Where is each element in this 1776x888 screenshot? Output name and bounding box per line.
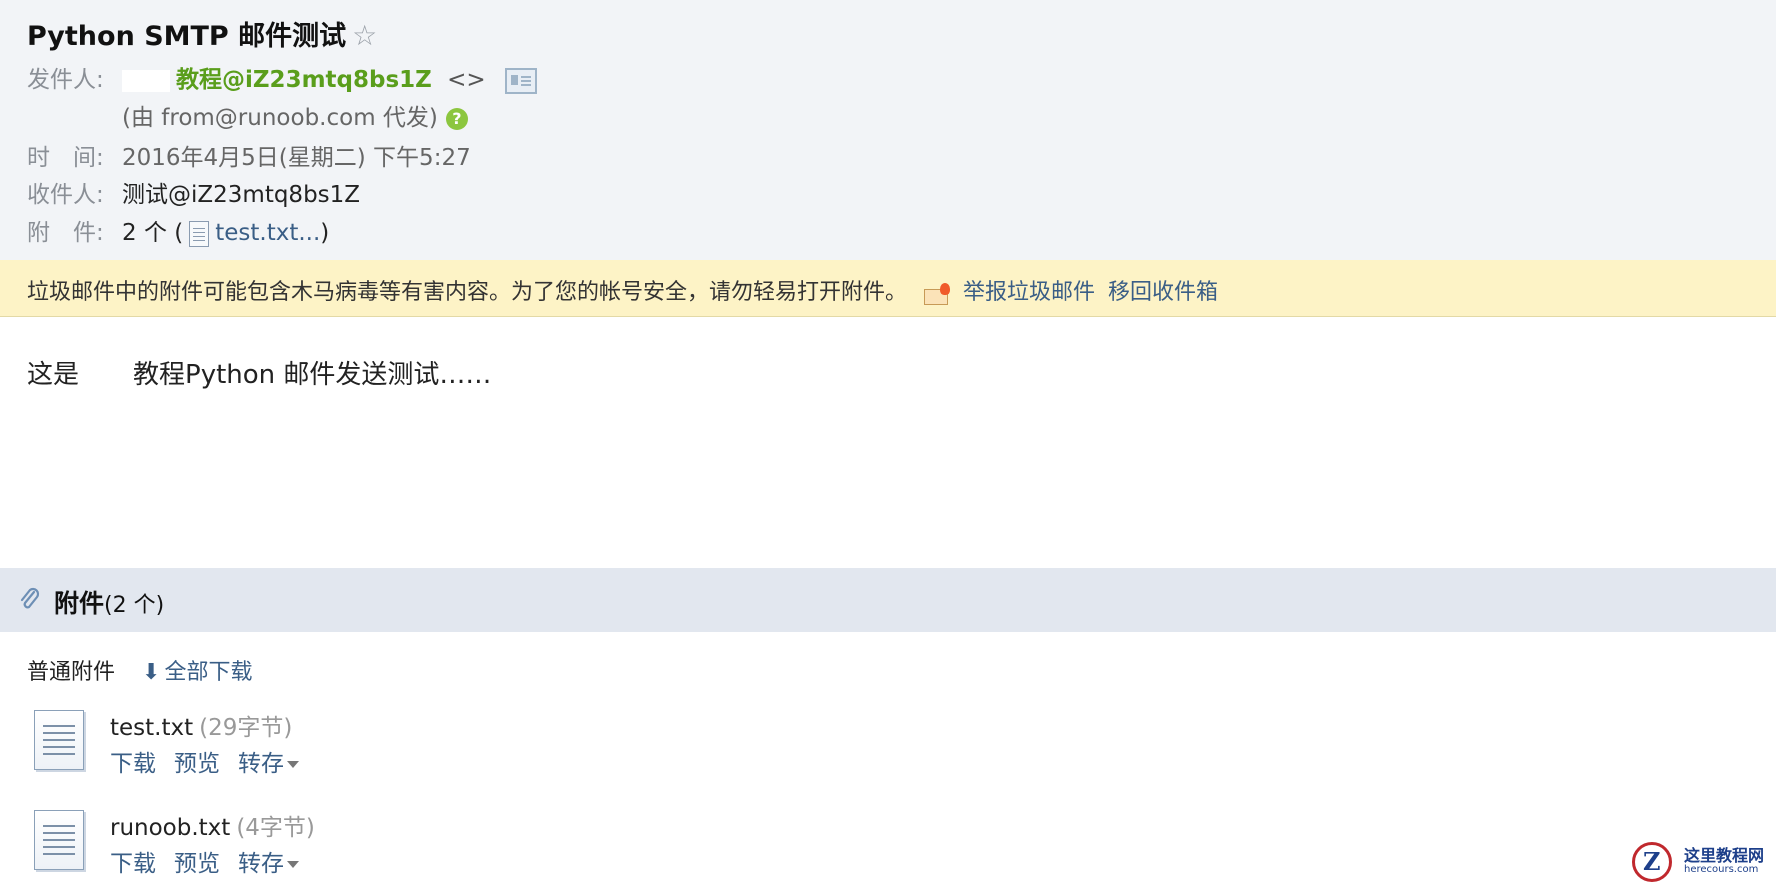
file-actions: 下载 预览 转存 bbox=[110, 744, 317, 778]
attachment-suffix: ) bbox=[320, 220, 330, 246]
report-spam-link[interactable]: 举报垃圾邮件 bbox=[963, 280, 1095, 305]
paperclip-icon bbox=[20, 587, 40, 609]
logo-url: herecours.com bbox=[1684, 864, 1759, 875]
to-row: 收件人: 测试@iZ23mtq8bs1Z bbox=[27, 175, 360, 209]
attachment-count: 2 个 ( bbox=[122, 220, 184, 246]
logo-mark-icon bbox=[1632, 842, 1672, 882]
file-name[interactable]: test.txt bbox=[110, 715, 193, 741]
attachments-title: 附件(2 个) bbox=[54, 584, 164, 620]
download-link[interactable]: 下载 bbox=[110, 751, 156, 777]
to-label: 收件人: bbox=[27, 182, 104, 208]
from-row: 发件人: 教程@iZ23mtq8bs1Z <> bbox=[27, 60, 538, 94]
section-label: 普通附件 bbox=[27, 660, 116, 685]
subject-text: Python SMTP 邮件测试 bbox=[27, 21, 347, 52]
file-size: (29字节) bbox=[199, 715, 293, 741]
attachments-bar: 附件(2 个) bbox=[0, 568, 1776, 632]
via-text: (由 from@runoob.com 代发) bbox=[122, 105, 438, 131]
spam-warning-bar: 垃圾邮件中的附件可能包含木马病毒等有害内容。为了您的帐号安全，请勿轻易打开附件。… bbox=[0, 260, 1776, 317]
preview-link[interactable]: 预览 bbox=[174, 851, 220, 877]
help-icon[interactable]: ? bbox=[445, 107, 468, 130]
attachment-label: 附 件: bbox=[27, 220, 104, 246]
warning-row: 垃圾邮件中的附件可能包含木马病毒等有害内容。为了您的帐号安全，请勿轻易打开附件。… bbox=[27, 274, 1218, 306]
chevron-down-icon[interactable] bbox=[287, 761, 299, 768]
attachments-title-text: 附件 bbox=[54, 589, 105, 618]
attachment-link[interactable]: test.txt... bbox=[215, 220, 320, 246]
contact-card-icon[interactable] bbox=[505, 67, 538, 94]
logo-title: 这里教程网 bbox=[1684, 846, 1765, 865]
attachments-count: (2 个) bbox=[104, 593, 165, 618]
preview-link[interactable]: 预览 bbox=[174, 751, 220, 777]
attachment-item: runoob.txt (4字节) 下载 预览 转存 bbox=[34, 808, 634, 888]
sender-name[interactable]: 教程@iZ23mtq8bs1Z bbox=[176, 67, 432, 93]
download-all-label: 全部下载 bbox=[164, 660, 253, 685]
email-subject: Python SMTP 邮件测试 ☆ bbox=[27, 14, 377, 53]
from-label: 发件人: bbox=[27, 67, 104, 93]
download-all-button[interactable]: ⬇ 全部下载 bbox=[142, 660, 252, 685]
attachments-section-header: 普通附件 ⬇ 全部下载 bbox=[27, 654, 252, 686]
email-body: 这是 教程Python 邮件发送测试…… bbox=[27, 354, 491, 391]
file-size: (4字节) bbox=[236, 815, 315, 841]
site-watermark-logo: 这里教程网 herecours.com bbox=[1628, 840, 1776, 886]
file-name[interactable]: runoob.txt bbox=[110, 815, 230, 841]
text-file-icon[interactable] bbox=[34, 810, 84, 870]
attachment-item: test.txt (29字节) 下载 预览 转存 bbox=[34, 708, 634, 788]
file-icon bbox=[189, 220, 210, 247]
attachment-row: 附 件: 2 个 ( test.txt...) bbox=[27, 213, 329, 247]
file-name-row: test.txt (29字节) bbox=[110, 708, 292, 742]
download-link[interactable]: 下载 bbox=[110, 851, 156, 877]
email-header: Python SMTP 邮件测试 ☆ 发件人: 教程@iZ23mtq8bs1Z <>… bbox=[0, 0, 1776, 260]
warning-text: 垃圾邮件中的附件可能包含木马病毒等有害内容。为了您的帐号安全，请勿轻易打开附件。 bbox=[27, 280, 908, 305]
via-row: (由 from@runoob.com 代发)? bbox=[122, 98, 468, 132]
time-value: 2016年4月5日(星期二) 下午5:27 bbox=[122, 145, 471, 171]
time-row: 时 间: 2016年4月5日(星期二) 下午5:27 bbox=[27, 138, 471, 172]
body-prefix: 这是 bbox=[27, 360, 80, 390]
report-spam-icon bbox=[924, 283, 951, 305]
text-file-icon[interactable] bbox=[34, 710, 84, 770]
sender-address: <> bbox=[447, 67, 486, 93]
save-to-link[interactable]: 转存 bbox=[238, 751, 284, 777]
file-name-row: runoob.txt (4字节) bbox=[110, 808, 315, 842]
star-icon[interactable]: ☆ bbox=[352, 19, 377, 52]
body-text: 教程Python 邮件发送测试…… bbox=[133, 360, 492, 390]
redacted-block bbox=[122, 69, 170, 92]
to-value[interactable]: 测试@iZ23mtq8bs1Z bbox=[122, 182, 360, 208]
move-to-inbox-link[interactable]: 移回收件箱 bbox=[1108, 280, 1218, 305]
time-label: 时 间: bbox=[27, 145, 104, 171]
file-actions: 下载 预览 转存 bbox=[110, 844, 317, 878]
download-arrow-icon: ⬇ bbox=[142, 660, 161, 685]
save-to-link[interactable]: 转存 bbox=[238, 851, 284, 877]
chevron-down-icon[interactable] bbox=[287, 861, 299, 868]
